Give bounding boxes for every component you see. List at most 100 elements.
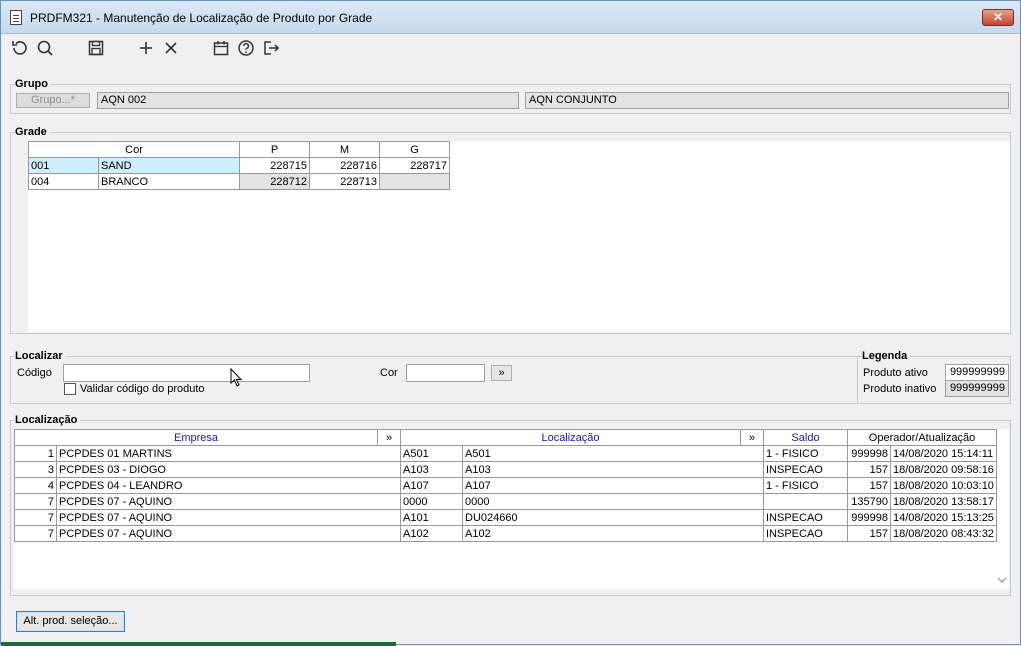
- refresh-icon[interactable]: [9, 37, 31, 59]
- row-empresa: PCPDES 03 - DIOGO: [56, 461, 401, 478]
- bottom-strip: [1, 642, 396, 646]
- produto-inativo-label: Produto inativo: [863, 383, 937, 395]
- grade-header-g[interactable]: G: [379, 141, 451, 158]
- legenda-legend: Legenda: [862, 350, 911, 362]
- row-date: 18/08/2020 13:58:17: [890, 493, 997, 510]
- grade-cell-color[interactable]: SAND: [97, 157, 241, 174]
- row-loc-desc: A501: [462, 445, 764, 462]
- grade-row[interactable]: 001 SAND 228715 228716 228717: [28, 157, 451, 174]
- search-icon[interactable]: [34, 37, 56, 59]
- row-loc-code: A501: [400, 445, 463, 462]
- row-num: 3: [14, 461, 57, 478]
- grade-cell-color[interactable]: BRANCO: [97, 173, 241, 190]
- save-icon[interactable]: [85, 37, 107, 59]
- table-row[interactable]: 7 PCPDES 07 - AQUINO A102 A102 INSPECAO …: [14, 525, 997, 542]
- row-qty: 135790: [847, 493, 891, 510]
- row-qty: 999998: [847, 509, 891, 526]
- row-num: 7: [14, 525, 57, 542]
- empresa-expand-button[interactable]: »: [377, 429, 401, 446]
- header-localizacao[interactable]: Localização: [400, 429, 741, 446]
- exit-icon[interactable]: [260, 37, 282, 59]
- grupo-legend: Grupo: [15, 78, 51, 90]
- grade-legend: Grade: [15, 126, 50, 138]
- row-saldo: 1 - FISICO: [763, 477, 848, 494]
- mouse-cursor-icon: [230, 368, 243, 387]
- row-saldo: INSPECAO: [763, 525, 848, 542]
- row-empresa: PCPDES 07 - AQUINO: [56, 509, 401, 526]
- grupo-code-field[interactable]: AQN 002: [97, 92, 519, 109]
- row-loc-desc: A102: [462, 525, 764, 542]
- header-operador[interactable]: Operador/Atualização: [847, 429, 997, 446]
- grade-row[interactable]: 004 BRANCO 228712 228713: [28, 173, 451, 190]
- row-loc-desc: DU024660: [462, 509, 764, 526]
- row-saldo: 1 - FISICO: [763, 445, 848, 462]
- add-icon[interactable]: [135, 37, 157, 59]
- table-row[interactable]: 7 PCPDES 07 - AQUINO 0000 0000 135790 18…: [14, 493, 997, 510]
- row-date: 14/08/2020 15:14:11: [890, 445, 997, 462]
- row-loc-desc: A103: [462, 461, 764, 478]
- grade-cell-g[interactable]: [379, 173, 451, 190]
- window-title: PRDFM321 - Manutenção de Localização de …: [30, 11, 373, 25]
- localizacao-expand-button[interactable]: »: [740, 429, 764, 446]
- grade-cell-code[interactable]: 004: [28, 173, 99, 190]
- produto-ativo-label: Produto ativo: [863, 367, 928, 379]
- header-empresa[interactable]: Empresa: [14, 429, 378, 446]
- row-date: 14/08/2020 15:13:25: [890, 509, 997, 526]
- row-empresa: PCPDES 04 - LEANDRO: [56, 477, 401, 494]
- main-window: PRDFM321 - Manutenção de Localização de …: [0, 0, 1021, 646]
- row-empresa: PCPDES 07 - AQUINO: [56, 525, 401, 542]
- grade-cell-g[interactable]: 228717: [379, 157, 451, 174]
- row-loc-code: 0000: [400, 493, 463, 510]
- grade-header-m[interactable]: M: [309, 141, 381, 158]
- row-empresa: PCPDES 01 MARTINS: [56, 445, 401, 462]
- row-loc-desc: A107: [462, 477, 764, 494]
- grupo-button[interactable]: Grupo...*: [16, 93, 90, 108]
- grade-header-p[interactable]: P: [239, 141, 311, 158]
- alt-prod-selecao-button[interactable]: Alt. prod. seleção...: [16, 611, 125, 632]
- row-date: 18/08/2020 10:03:10: [890, 477, 997, 494]
- codigo-input[interactable]: [63, 364, 310, 382]
- localizacao-legend: Localização: [15, 414, 81, 426]
- row-loc-desc: 0000: [462, 493, 764, 510]
- row-num: 1: [14, 445, 57, 462]
- table-row[interactable]: 1 PCPDES 01 MARTINS A501 A501 1 - FISICO…: [14, 445, 997, 462]
- row-loc-code: A107: [400, 477, 463, 494]
- row-num: 7: [14, 493, 57, 510]
- table-row[interactable]: 7 PCPDES 07 - AQUINO A101 DU024660 INSPE…: [14, 509, 997, 526]
- scroll-down-icon[interactable]: [997, 576, 1007, 584]
- validar-label: Validar código do produto: [80, 383, 205, 395]
- header-saldo[interactable]: Saldo: [763, 429, 848, 446]
- grupo-description-field[interactable]: AQN CONJUNTO: [525, 92, 1009, 109]
- help-icon[interactable]: [235, 37, 257, 59]
- cor-label: Cor: [380, 367, 398, 379]
- validar-checkbox[interactable]: [64, 383, 76, 395]
- row-qty: 157: [847, 461, 891, 478]
- grade-cell-code[interactable]: 001: [28, 157, 99, 174]
- calendar-icon[interactable]: [210, 37, 232, 59]
- table-row[interactable]: 3 PCPDES 03 - DIOGO A103 A103 INSPECAO 1…: [14, 461, 997, 478]
- grade-table: Cor P M G 001 SAND 228715 228716 228717 …: [27, 141, 451, 190]
- grade-cell-m[interactable]: 228716: [309, 157, 381, 174]
- grade-cell-p[interactable]: 228715: [239, 157, 311, 174]
- row-date: 18/08/2020 08:43:32: [890, 525, 997, 542]
- localizar-go-button[interactable]: »: [491, 365, 512, 381]
- codigo-label: Código: [17, 367, 52, 379]
- grade-header-cor[interactable]: Cor: [27, 141, 241, 158]
- close-button[interactable]: ✕: [982, 9, 1014, 26]
- cor-input[interactable]: [406, 364, 485, 382]
- table-row[interactable]: 4 PCPDES 04 - LEANDRO A107 A107 1 - FISI…: [14, 477, 997, 494]
- row-loc-code: A102: [400, 525, 463, 542]
- row-empresa: PCPDES 07 - AQUINO: [56, 493, 401, 510]
- row-num: 4: [14, 477, 57, 494]
- row-saldo: [763, 493, 848, 510]
- grade-cell-m[interactable]: 228713: [309, 173, 381, 190]
- delete-icon[interactable]: [160, 37, 182, 59]
- title-bar: PRDFM321 - Manutenção de Localização de …: [1, 1, 1020, 34]
- row-date: 18/08/2020 09:58:16: [890, 461, 997, 478]
- produto-ativo-swatch: 999999999: [945, 364, 1009, 381]
- row-qty: 157: [847, 477, 891, 494]
- grade-cell-p[interactable]: 228712: [239, 173, 311, 190]
- row-qty: 157: [847, 525, 891, 542]
- row-saldo: INSPECAO: [763, 461, 848, 478]
- row-num: 7: [14, 509, 57, 526]
